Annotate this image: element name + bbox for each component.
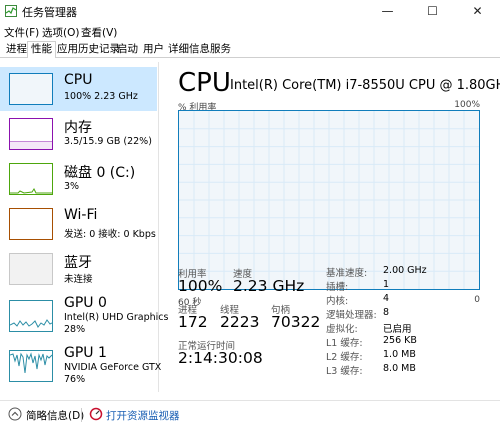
cpu-utilization-graph	[178, 110, 480, 290]
l2-cache-label: L2 缓存:	[326, 352, 363, 363]
sidebar-item-label: GPU 1	[64, 345, 107, 361]
cpu-detail-panel: CPU Intel(R) Core(TM) i7-8550U CPU @ 1.8…	[170, 62, 500, 392]
menu-options[interactable]: 选项(O)	[42, 25, 79, 40]
window-title: 任务管理器	[22, 6, 77, 19]
l3-cache-value: 8.0 MB	[383, 363, 416, 374]
handles-value: 70322	[271, 313, 321, 331]
sidebar-item-gpu1[interactable]: GPU 1 NVIDIA GeForce GTX 76%	[0, 342, 161, 390]
sidebar-item-value: 28%	[64, 324, 86, 335]
sidebar-item-label: 蓝牙	[64, 255, 92, 271]
menu-view[interactable]: 查看(V)	[81, 25, 117, 40]
sockets-label: 插槽:	[326, 282, 349, 293]
sidebar-item-bluetooth[interactable]: 蓝牙 未连接	[0, 247, 157, 291]
sidebar-item-value: 3%	[64, 181, 80, 192]
sidebar-item-wifi[interactable]: Wi-Fi 发送: 0 接收: 0 Kbps	[0, 202, 157, 246]
tab-bar: 进程 性能 应用历史记录 启动 用户 详细信息 服务	[0, 41, 500, 58]
sidebar-item-value: 100% 2.23 GHz	[64, 91, 138, 102]
sidebar-item-gpu0[interactable]: GPU 0 Intel(R) UHD Graphics 28%	[0, 292, 168, 340]
sidebar-item-value: 未连接	[64, 274, 93, 285]
close-button[interactable]: ✕	[455, 0, 500, 23]
wifi-thumbnail	[9, 208, 53, 240]
virtualization-value: 已启用	[383, 324, 412, 335]
l3-cache-label: L3 缓存:	[326, 366, 363, 377]
sidebar-item-label: CPU	[64, 72, 93, 88]
page-title: CPU	[178, 68, 231, 98]
l1-cache-value: 256 KB	[383, 335, 417, 346]
resource-sidebar: CPU 100% 2.23 GHz 内存 3.5/15.9 GB (22%) 磁…	[0, 62, 168, 392]
fewer-details-link[interactable]: 简略信息(D)	[26, 408, 84, 423]
sidebar-item-detail: Intel(R) UHD Graphics	[64, 312, 169, 323]
chevron-up-icon[interactable]	[8, 407, 22, 421]
utilization-value: 100%	[178, 277, 223, 295]
base-speed-label: 基准速度:	[326, 268, 368, 279]
logical-processors-value: 8	[383, 307, 390, 318]
cpu-thumbnail	[9, 73, 53, 105]
cores-value: 4	[383, 293, 390, 304]
resource-monitor-icon[interactable]	[89, 407, 103, 421]
task-manager-icon	[5, 5, 17, 17]
tab-services[interactable]: 服务	[206, 41, 235, 57]
maximize-button[interactable]: ☐	[410, 0, 455, 23]
l1-cache-label: L1 缓存:	[326, 338, 363, 349]
graph-x-min: 0	[474, 295, 480, 305]
sidebar-item-label: Wi-Fi	[64, 207, 98, 223]
uptime-value: 2:14:30:08	[178, 349, 263, 367]
minimize-button[interactable]: —	[365, 0, 410, 23]
sidebar-item-value: 3.5/15.9 GB (22%)	[64, 136, 152, 147]
threads-value: 2223	[220, 313, 260, 331]
processes-value: 172	[178, 313, 208, 331]
base-speed-value: 2.00 GHz	[383, 265, 427, 276]
title-bar: 任务管理器 — ☐ ✕	[0, 0, 500, 23]
virtualization-label: 虚拟化:	[326, 324, 358, 335]
speed-value: 2.23 GHz	[233, 277, 305, 295]
graph-y-max: 100%	[454, 100, 480, 110]
gpu1-thumbnail	[9, 350, 53, 382]
open-resource-monitor-link[interactable]: 打开资源监视器	[106, 408, 180, 423]
cores-label: 内核:	[326, 296, 349, 307]
menu-bar: 文件(F) 选项(O) 查看(V)	[0, 23, 500, 41]
logical-processors-label: 逻辑处理器:	[326, 310, 377, 321]
disk-thumbnail	[9, 163, 53, 195]
bluetooth-thumbnail	[9, 253, 53, 285]
footer-bar: 简略信息(D) 打开资源监视器	[0, 400, 500, 432]
sidebar-item-value: 发送: 0 接收: 0 Kbps	[64, 229, 156, 240]
tab-performance[interactable]: 性能	[27, 41, 56, 58]
sidebar-item-value: 76%	[64, 374, 86, 385]
l2-cache-value: 1.0 MB	[383, 349, 416, 360]
cpu-model-name: Intel(R) Core(TM) i7-8550U CPU @ 1.80GHz	[230, 78, 500, 93]
sidebar-item-label: GPU 0	[64, 295, 107, 311]
sidebar-item-label: 内存	[64, 120, 92, 136]
gpu0-thumbnail	[9, 300, 53, 332]
sockets-value: 1	[383, 279, 390, 290]
menu-file[interactable]: 文件(F)	[4, 25, 39, 40]
memory-thumbnail	[9, 118, 53, 150]
sidebar-item-memory[interactable]: 内存 3.5/15.9 GB (22%)	[0, 112, 157, 156]
sidebar-item-detail: NVIDIA GeForce GTX	[64, 362, 162, 373]
sidebar-item-label: 磁盘 0 (C:)	[64, 165, 136, 181]
footer-divider	[81, 408, 82, 422]
tab-startup[interactable]: 启动	[113, 41, 142, 57]
sidebar-item-disk[interactable]: 磁盘 0 (C:) 3%	[0, 157, 157, 201]
sidebar-item-cpu[interactable]: CPU 100% 2.23 GHz	[0, 67, 157, 111]
